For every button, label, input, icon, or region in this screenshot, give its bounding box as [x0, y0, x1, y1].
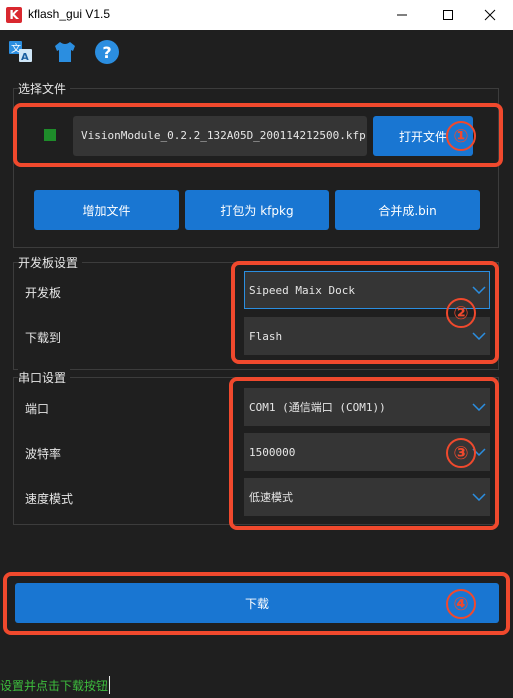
download-to-label: 下载到	[25, 331, 62, 345]
merge-bin-button[interactable]: 合并成.bin	[335, 190, 480, 230]
close-button[interactable]	[467, 0, 513, 30]
annotation-number-two: ②	[446, 298, 476, 328]
annotation-box-download	[3, 572, 510, 635]
annotation-number-three: ③	[446, 438, 476, 468]
minimize-icon	[397, 14, 407, 16]
board-label: 开发板	[25, 286, 62, 300]
file-group-title: 选择文件	[18, 80, 71, 97]
minimize-button[interactable]	[379, 0, 425, 30]
window-title: kflash_gui V1.5	[28, 7, 111, 21]
language-icon[interactable]: 文 A	[8, 39, 34, 65]
serial-group-title: 串口设置	[18, 369, 71, 386]
app-logo-icon: K	[6, 7, 22, 23]
annotation-number-four: ④	[446, 589, 476, 619]
annotation-box-file	[13, 103, 503, 167]
title-bar: K kflash_gui V1.5	[0, 0, 513, 30]
maximize-button[interactable]	[425, 0, 471, 30]
text-cursor	[109, 676, 110, 694]
theme-shirt-icon[interactable]	[52, 39, 78, 65]
baud-rate-label: 波特率	[25, 447, 62, 461]
svg-text:A: A	[21, 52, 29, 63]
close-icon	[484, 9, 496, 21]
maximize-icon	[443, 10, 453, 20]
status-message: 设置并点击下载按钮	[0, 679, 109, 693]
speed-mode-label: 速度模式	[25, 492, 74, 506]
svg-text:?: ?	[102, 43, 111, 62]
annotation-number-one: ①	[446, 121, 476, 151]
help-icon[interactable]: ?	[94, 39, 120, 65]
board-group-title: 开发板设置	[18, 254, 83, 271]
pack-kfpkg-button[interactable]: 打包为 kfpkg	[185, 190, 329, 230]
port-label: 端口	[25, 402, 50, 416]
add-file-button[interactable]: 增加文件	[34, 190, 179, 230]
